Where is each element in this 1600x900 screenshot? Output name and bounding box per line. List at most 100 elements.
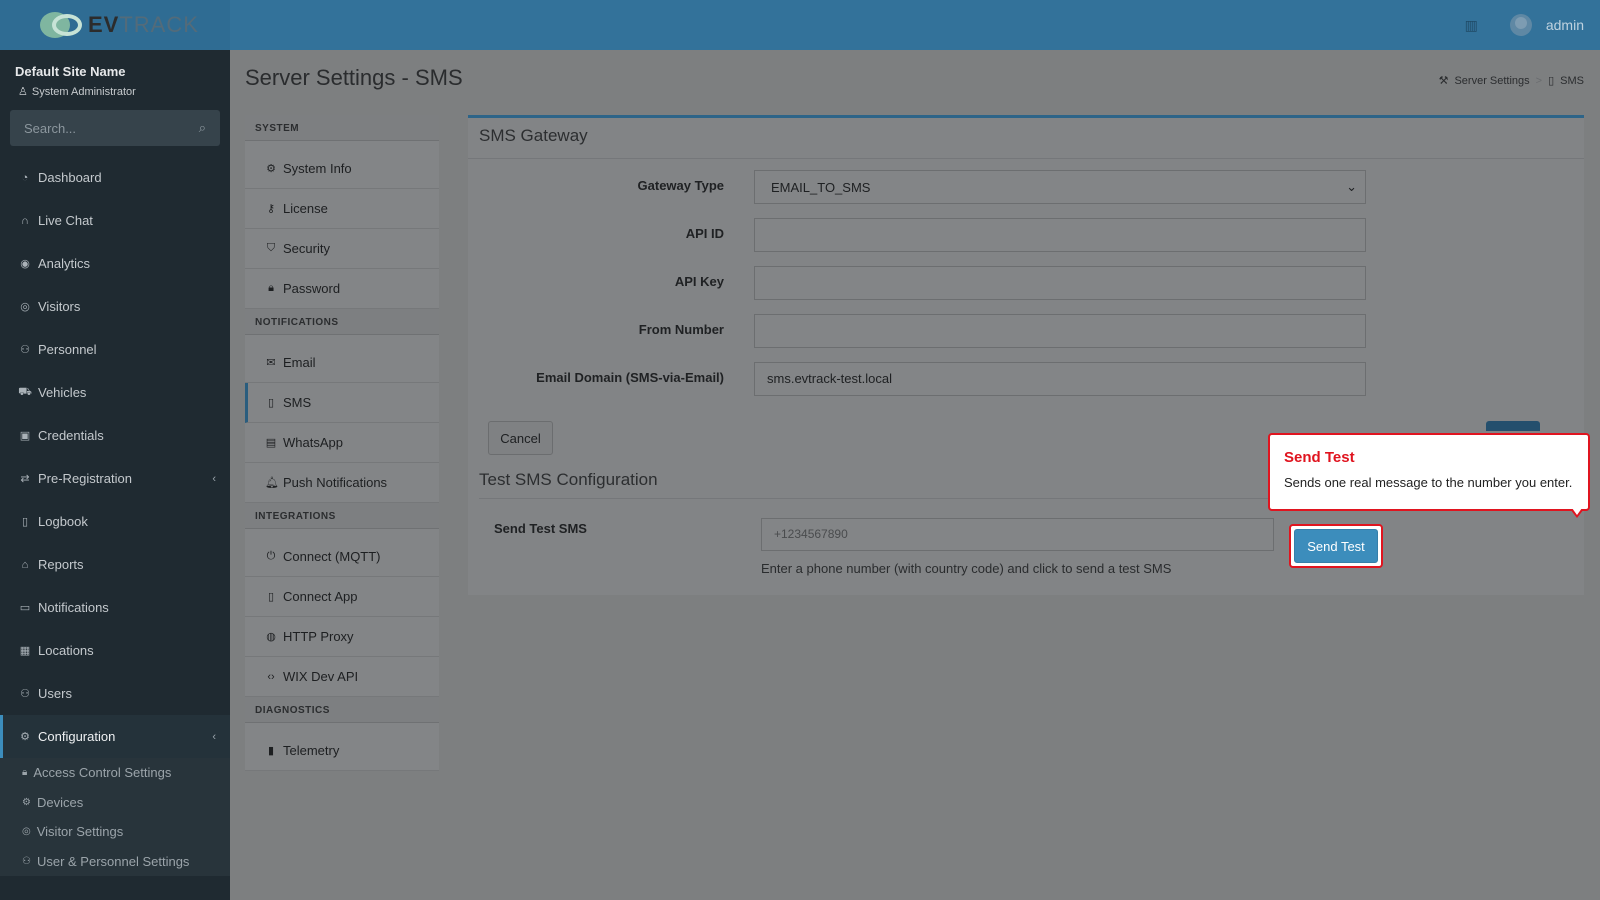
key-icon: ⚷: [266, 203, 276, 215]
menu-item-security[interactable]: ⛉ Security: [245, 229, 439, 269]
form-row-from-number: From Number: [468, 314, 1584, 348]
sidebar-nav: ◔ Dashboard ∩ Live Chat ◉ Analytics ◎ Visito…: [0, 156, 230, 876]
sidebar-item-analytics[interactable]: ◉ Analytics: [0, 242, 230, 285]
form-row-api-key: API Key: [468, 266, 1584, 300]
sidebar-item-users[interactable]: ⚇ Users: [0, 672, 230, 715]
users-icon: ⚇: [20, 688, 30, 700]
chevron-left-icon: ‹: [212, 472, 216, 485]
gateway-type-label: Gateway Type: [637, 178, 724, 193]
email-domain-input[interactable]: sms.evtrack-test.local: [754, 362, 1366, 396]
menu-item-license[interactable]: ⚷ License: [245, 189, 439, 229]
eye-icon: ◎: [22, 826, 31, 838]
chat-icon: ▤: [265, 437, 277, 449]
api-id-label: API ID: [685, 226, 724, 241]
sms-gateway-card: SMS Gateway Gateway Type EMAIL_TO_SMS ⌄ …: [468, 115, 1584, 595]
app-logo[interactable]: EVTRACK: [0, 0, 230, 50]
car-icon: ⛟: [18, 385, 32, 398]
sidebar-item-pre-registration[interactable]: ⇄ Pre-Registration ‹: [0, 457, 230, 500]
breadcrumb-separator: >: [1535, 74, 1543, 87]
menu-item-wix-dev-api[interactable]: ‹› WIX Dev API: [245, 657, 439, 697]
from-number-input[interactable]: [754, 314, 1366, 348]
menu-item-whatsapp[interactable]: ▤ WhatsApp: [245, 423, 439, 463]
sidebar-item-locations[interactable]: ▦ Locations: [0, 629, 230, 672]
test-sms-title: Test SMS Configuration: [479, 470, 658, 489]
logo-mark-icon: [40, 10, 84, 40]
email-domain-label: Email Domain (SMS-via-Email): [536, 370, 724, 385]
chevron-down-icon: ⌄: [1346, 179, 1357, 194]
tooltip-title: Send Test: [1284, 449, 1355, 466]
save-button[interactable]: [1486, 421, 1540, 431]
sidebar-item-notifications[interactable]: ▭ Notifications: [0, 586, 230, 629]
headset-icon: ∩: [21, 214, 29, 227]
sidebar-item-visitors[interactable]: ◎ Visitors: [0, 285, 230, 328]
sidebar-subitem-user-personnel-settings[interactable]: ⚇ User & Personnel Settings: [0, 846, 230, 876]
send-test-sms-label: Send Test SMS: [494, 521, 587, 536]
from-number-label: From Number: [638, 322, 724, 337]
avatar[interactable]: [1509, 14, 1532, 36]
sidebar-subitem-access-control-settings[interactable]: 🔒︎ Access Control Settings: [0, 758, 230, 788]
target-icon: ◉: [20, 258, 30, 270]
menu-item-password[interactable]: 🔒︎ Password: [245, 269, 439, 309]
menu-item-sms[interactable]: ▯ SMS: [245, 383, 439, 423]
wrench-icon: ⚒: [1438, 75, 1449, 87]
lock-icon: 🔒︎: [268, 282, 274, 294]
menu-item-email[interactable]: ✉ Email: [245, 343, 439, 383]
sidebar-subitem-devices[interactable]: ⚙ Devices: [0, 787, 230, 817]
menu-item-connect-app[interactable]: ▯ Connect App: [245, 577, 439, 617]
sidebar-item-dashboard[interactable]: ◔ Dashboard: [0, 156, 230, 199]
logo-text: EVTRACK: [88, 12, 199, 37]
menu-item-telemetry[interactable]: ▮ Telemetry: [245, 731, 439, 771]
sidebar-item-reports[interactable]: ⌂ Reports: [0, 543, 230, 586]
sidebar: Default Site Name ♙ System Administrator…: [0, 50, 230, 900]
menu-item-http-proxy[interactable]: ◍ HTTP Proxy: [245, 617, 439, 657]
menu-item-system-info[interactable]: ⚙ System Info: [245, 149, 439, 189]
menu-section-diagnostics: DIAGNOSTICS: [245, 697, 439, 723]
mobile-icon: ▯: [1548, 75, 1555, 87]
api-id-input[interactable]: [754, 218, 1366, 252]
sidebar-subitem-visitor-settings[interactable]: ◎ Visitor Settings: [0, 817, 230, 847]
mobile-icon: ▯: [267, 591, 275, 603]
gear-icon: ⚙: [266, 163, 276, 175]
breadcrumb: ⚒ Server Settings > ▯ SMS: [1438, 74, 1584, 88]
send-test-button[interactable]: Send Test: [1294, 529, 1378, 563]
card-title: SMS Gateway: [479, 126, 588, 145]
sidebar-item-personnel[interactable]: ⚇ Personnel: [0, 328, 230, 371]
form-row-gateway-type: Gateway Type EMAIL_TO_SMS ⌄: [468, 170, 1584, 204]
gateway-type-select[interactable]: EMAIL_TO_SMS ⌄: [754, 170, 1366, 204]
sidebar-search-input[interactable]: Search... ⌕: [10, 110, 220, 146]
test-phone-input[interactable]: +1234567890: [761, 518, 1274, 551]
id-card-icon: ▣: [19, 430, 31, 442]
page-title: Server Settings - SMS: [245, 65, 463, 90]
building-icon: ▦: [19, 645, 31, 657]
menu-item-push-notifications[interactable]: 🔔︎ Push Notifications: [245, 463, 439, 503]
lock-icon: 🔒︎: [22, 767, 28, 779]
eye-icon: ◎: [20, 301, 30, 313]
api-key-input[interactable]: [754, 266, 1366, 300]
arrows-icon: ⇄: [20, 473, 30, 485]
sidebar-item-logbook[interactable]: ▯ Logbook: [0, 500, 230, 543]
form-row-api-id: API ID: [468, 218, 1584, 252]
menu-item-connect-mqtt[interactable]: ⏻ Connect (MQTT): [245, 537, 439, 577]
cancel-button[interactable]: Cancel: [488, 421, 553, 455]
sidebar-item-vehicles[interactable]: ⛟ Vehicles: [0, 371, 230, 414]
search-icon[interactable]: ⌕: [199, 120, 206, 136]
breadcrumb-server-settings[interactable]: Server Settings: [1454, 75, 1529, 87]
chart-icon: ⌂: [21, 558, 29, 571]
divider: [468, 158, 1584, 159]
bell-icon: 🔔︎: [265, 477, 279, 489]
tooltip-body: Sends one real message to the number you…: [1284, 475, 1573, 490]
sidebar-item-credentials[interactable]: ▣ Credentials: [0, 414, 230, 457]
users-icon: ⚇: [22, 855, 31, 867]
dashboard-icon: ◔: [21, 171, 29, 184]
top-header: EVTRACK ▥ admin: [0, 0, 1600, 50]
code-icon: ‹›: [267, 670, 275, 683]
building-icon[interactable]: ▥: [1465, 17, 1478, 34]
chevron-left-icon: ‹: [212, 730, 216, 743]
sidebar-item-configuration[interactable]: ⚙ Configuration ‹: [0, 715, 230, 758]
globe-icon: ◍: [266, 631, 276, 643]
user-menu-name[interactable]: admin: [1546, 17, 1584, 33]
site-name: Default Site Name: [15, 64, 126, 79]
sidebar-item-live-chat[interactable]: ∩ Live Chat: [0, 199, 230, 242]
plug-icon: ⏻: [266, 550, 276, 562]
envelope-icon: ✉: [266, 357, 276, 369]
